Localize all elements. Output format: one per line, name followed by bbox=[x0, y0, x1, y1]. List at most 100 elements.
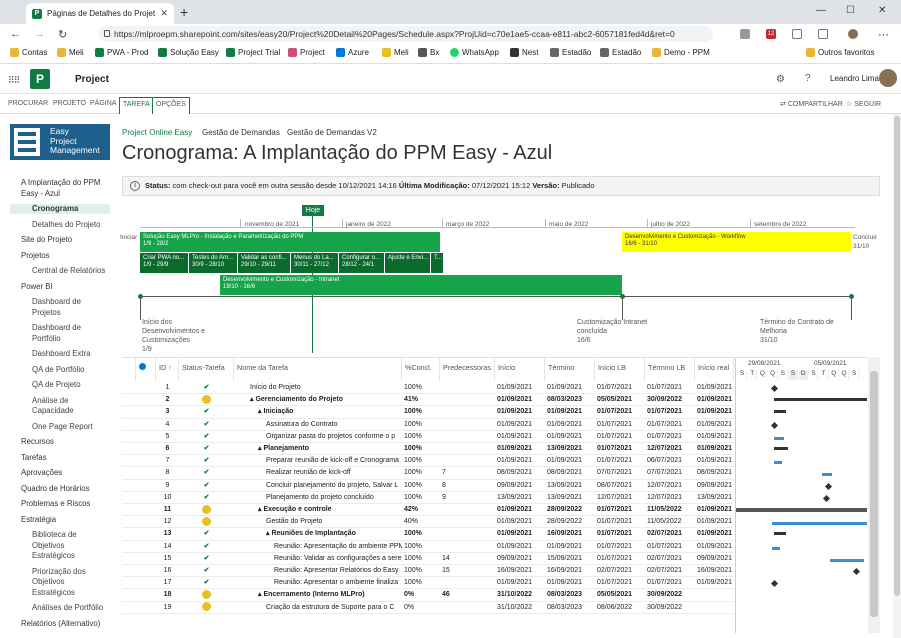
table-row[interactable]: 9 100% 8 09/09/2021 13/09/2021 08/07/2021 12/0… bbox=[122, 480, 734, 492]
table-row[interactable]: 13 100% 01/09/2021 16/09/2021 01/07/2021 02/0… bbox=[122, 528, 734, 541]
gantt-task-bar[interactable] bbox=[774, 461, 782, 465]
bookmark-item[interactable]: WhatsApp bbox=[450, 48, 499, 57]
breadcrumb-project-online-easy[interactable]: Project Online Easy bbox=[122, 128, 192, 137]
table-row[interactable]: 4 100% 01/09/2021 01/09/2021 01/07/2021 01/07… bbox=[122, 419, 734, 431]
column-header-finish-lb[interactable]: Término LB bbox=[645, 358, 695, 381]
follow-button[interactable]: ☆ SEGUIR bbox=[846, 100, 881, 108]
table-row[interactable]: 19 0% 31/10/2022 08/03/2023 08/06/2022 30/09/… bbox=[122, 602, 734, 614]
timeline-bar[interactable]: Desenvolvimento e Customização - Intrane… bbox=[220, 275, 622, 295]
nav-item[interactable]: Estratégia bbox=[21, 515, 56, 525]
table-row[interactable]: 15 100% 14 09/09/2021 15/09/2021 01/07/2021 02… bbox=[122, 553, 734, 565]
easy-project-management-logo[interactable]: Easy Project Management bbox=[10, 124, 110, 160]
nav-item[interactable]: Dashboard Extra bbox=[32, 349, 91, 359]
column-header-pred[interactable]: Predecessoras bbox=[440, 358, 495, 381]
tab-procurar[interactable]: PROCURAR bbox=[8, 100, 48, 107]
nav-item[interactable]: Dashboard de bbox=[32, 297, 81, 307]
cell-name[interactable]: ▴ Encerramento (Interno MLPro) bbox=[256, 589, 402, 601]
nav-item[interactable]: A Implantação do PPM bbox=[21, 178, 100, 188]
close-tab-icon[interactable]: ✕ bbox=[160, 8, 168, 19]
forward-icon[interactable]: → bbox=[34, 28, 45, 40]
table-row[interactable]: 5 100% 01/09/2021 01/09/2021 01/07/2021 01/07… bbox=[122, 431, 734, 443]
nav-item[interactable]: Capacidade bbox=[32, 406, 74, 416]
gantt-milestone[interactable] bbox=[852, 567, 861, 576]
column-header-finish[interactable]: Término bbox=[545, 358, 595, 381]
cell-name[interactable]: ▴ Iniciação bbox=[256, 406, 402, 418]
gantt-task-bar[interactable] bbox=[774, 436, 784, 440]
cell-name[interactable]: Reunião: Validar as configurações a sere bbox=[272, 553, 402, 565]
column-header-pct[interactable]: %Concl. bbox=[402, 358, 440, 381]
indicator-header[interactable] bbox=[136, 358, 156, 381]
gantt-milestone[interactable] bbox=[770, 384, 779, 393]
gantt-task-bar[interactable] bbox=[772, 522, 867, 526]
profile-avatar-icon[interactable] bbox=[848, 29, 858, 39]
gantt-summary-bar[interactable] bbox=[774, 447, 788, 450]
table-row[interactable]: 12 40% 01/09/2021 28/09/2022 01/07/2021 11/05… bbox=[122, 516, 734, 529]
nav-item[interactable]: Site do Projeto bbox=[21, 235, 72, 245]
nav-item[interactable]: Projetos bbox=[32, 308, 61, 318]
maximize-icon[interactable]: ☐ bbox=[846, 5, 855, 16]
gantt-milestone[interactable] bbox=[824, 482, 833, 490]
table-row[interactable]: 11 42% 01/09/2021 28/09/2022 01/07/2021 11/05… bbox=[122, 504, 734, 517]
task-grid[interactable]: ID ↑ Status-Tarefa Nome da Tarefa %Concl… bbox=[122, 357, 734, 633]
share-button[interactable]: ⇄ COMPARTILHAR bbox=[780, 100, 843, 108]
nav-item[interactable]: Power BI bbox=[21, 282, 53, 292]
cell-name[interactable]: ▴ Gerenciamento do Projeto bbox=[248, 394, 402, 406]
back-icon[interactable]: ← bbox=[10, 28, 21, 40]
more-menu-icon[interactable]: ⋯ bbox=[878, 28, 889, 41]
nav-item[interactable]: Biblioteca de bbox=[32, 530, 77, 540]
bookmark-item[interactable]: Solução Easy bbox=[158, 48, 219, 57]
timeline-bar[interactable]: T... bbox=[431, 253, 443, 273]
table-row[interactable]: 10 100% 9 13/09/2021 13/09/2021 12/07/2021 12/… bbox=[122, 492, 734, 504]
nav-item[interactable]: Análises de Portfólio bbox=[32, 603, 103, 613]
timeline-bar[interactable]: Desenvolvimento e Customização - Workflo… bbox=[622, 232, 851, 252]
timeline-bar[interactable]: Menus do La... 30/11 - 27/12 bbox=[291, 253, 338, 273]
minimize-icon[interactable]: — bbox=[816, 5, 826, 16]
nav-item[interactable]: Tarefas bbox=[21, 453, 47, 463]
bookmark-item[interactable]: Contas bbox=[10, 48, 47, 57]
nav-item[interactable]: Cronograma bbox=[10, 204, 110, 214]
nav-item[interactable]: Análise de bbox=[32, 396, 68, 406]
nav-item[interactable]: QA de Portfólio bbox=[32, 365, 84, 375]
nav-item[interactable]: Quadro de Horários bbox=[21, 484, 89, 494]
bookmark-item[interactable]: Bx bbox=[418, 48, 439, 57]
column-header-start-lb[interactable]: Início LB bbox=[595, 358, 645, 381]
cell-name[interactable]: Reunião: Apresentar Relatórios do Easy bbox=[272, 565, 402, 577]
gantt-milestone[interactable] bbox=[822, 494, 831, 502]
cell-name[interactable]: Gestão do Projeto bbox=[264, 516, 402, 528]
extension-badge-icon[interactable]: 12 bbox=[766, 29, 776, 39]
cell-name[interactable]: Planejamento do projeto concluído bbox=[264, 492, 402, 504]
nav-item[interactable]: Projetos bbox=[21, 251, 50, 261]
settings-gear-icon[interactable]: ⚙ bbox=[776, 74, 785, 85]
table-row[interactable]: 8 100% 7 08/09/2021 08/09/2021 07/07/2021 07/0… bbox=[122, 467, 734, 480]
cell-name[interactable]: ▴ Execução e controle bbox=[256, 504, 402, 516]
table-row[interactable]: 16 100% 15 16/09/2021 16/09/2021 02/07/2021 02… bbox=[122, 565, 734, 578]
row-select-header[interactable] bbox=[122, 358, 136, 381]
timeline-bar[interactable]: Criar PWA no... 1/9 - 29/9 bbox=[140, 253, 188, 273]
timeline-bar[interactable]: Testes do Am... 30/9 - 28/10 bbox=[189, 253, 237, 273]
nav-item[interactable]: Aprovações bbox=[21, 468, 62, 478]
table-row[interactable]: 3 100% 01/09/2021 01/09/2021 01/07/2021 01/07… bbox=[122, 406, 734, 419]
column-header-id[interactable]: ID ↑ bbox=[156, 358, 179, 381]
nav-item[interactable]: Easy - Azul bbox=[21, 189, 60, 199]
gantt-milestone[interactable] bbox=[770, 421, 779, 429]
nav-item[interactable]: Objetivos bbox=[32, 541, 65, 551]
close-window-icon[interactable]: ✕ bbox=[878, 5, 886, 16]
timeline[interactable]: Hoje novembro de 2021 janeiro de 2022 ma… bbox=[120, 205, 880, 355]
column-header-name[interactable]: Nome da Tarefa bbox=[234, 358, 402, 381]
breadcrumb-gestao-demandas[interactable]: Gestão de Demandas bbox=[202, 128, 280, 137]
table-row[interactable]: 2 41% 01/09/2021 08/03/2023 05/05/2021 30/09/… bbox=[122, 394, 734, 407]
tab-pagina[interactable]: PÁGINA bbox=[90, 100, 116, 107]
cell-name[interactable]: ▴ Planejamento bbox=[256, 443, 402, 455]
grid-scrollbar[interactable] bbox=[868, 357, 880, 633]
nav-item[interactable]: Recursos bbox=[21, 437, 54, 447]
user-name[interactable]: Leandro Lima bbox=[830, 74, 879, 83]
extensions-icon[interactable] bbox=[792, 29, 802, 39]
tab-projeto[interactable]: PROJETO bbox=[53, 100, 86, 107]
scroll-thumb[interactable] bbox=[894, 116, 900, 596]
cell-name[interactable]: Reunião: Apresentação do ambiente PPM bbox=[272, 541, 402, 553]
breadcrumb-gestao-demandas-v2[interactable]: Gestão de Demandas V2 bbox=[287, 128, 377, 137]
favorite-star-icon[interactable] bbox=[740, 29, 750, 39]
bookmark-item[interactable]: Azure bbox=[336, 48, 369, 57]
nav-item[interactable]: Dashboard de bbox=[32, 323, 81, 333]
column-header-actual-start[interactable]: Início real bbox=[695, 358, 734, 381]
